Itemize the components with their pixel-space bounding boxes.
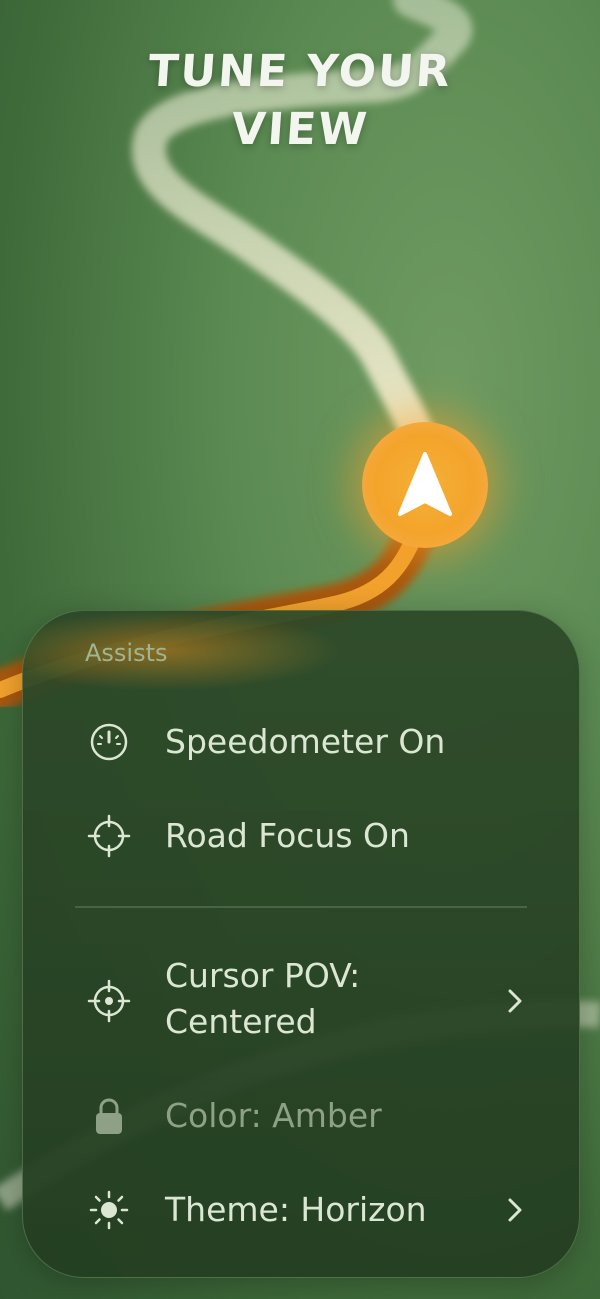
headline: TUNE YOUR VIEW xyxy=(0,46,600,156)
assists-panel: Assists Speedometer On Road Focus On Cur… xyxy=(22,610,580,1278)
crosshair-icon xyxy=(87,814,131,858)
menu-item-label: Theme: Horizon xyxy=(165,1190,427,1229)
navigation-puck[interactable] xyxy=(362,422,488,548)
menu-item-label-line-2: Centered xyxy=(165,1002,317,1041)
menu-item-label: Color: Amber xyxy=(165,1096,382,1135)
route-glow xyxy=(23,611,343,691)
menu-item-road-focus[interactable]: Road Focus On xyxy=(23,811,579,861)
navigation-arrow-icon xyxy=(398,452,452,516)
divider xyxy=(75,906,527,908)
menu-item-speedometer[interactable]: Speedometer On xyxy=(23,717,579,767)
menu-item-color[interactable]: Color: Amber xyxy=(23,1091,579,1141)
menu-item-theme[interactable]: Theme: Horizon xyxy=(23,1185,579,1235)
crosshair-dot-icon xyxy=(87,979,131,1023)
menu-item-label: Speedometer On xyxy=(165,722,446,761)
chevron-right-icon xyxy=(508,989,522,1013)
lock-icon xyxy=(96,1098,122,1134)
speedometer-icon xyxy=(90,723,128,761)
menu-item-label: Road Focus On xyxy=(165,816,410,855)
chevron-right-icon xyxy=(508,1198,522,1222)
menu-item-label-line-1: Cursor POV: xyxy=(165,956,361,995)
sun-icon xyxy=(89,1190,129,1230)
menu-item-cursor-pov[interactable]: Cursor POV: Centered xyxy=(23,953,579,1049)
headline-line-2: VIEW xyxy=(229,104,371,156)
section-title-assists: Assists xyxy=(85,639,168,667)
headline-line-1: TUNE YOUR xyxy=(146,46,454,97)
